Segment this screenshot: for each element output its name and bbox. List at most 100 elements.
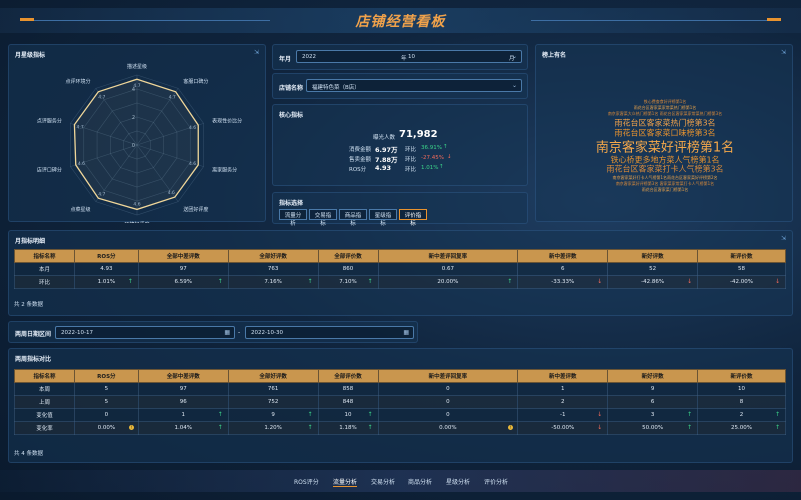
bottom-nav-item[interactable]: 评价分析 — [484, 477, 508, 486]
arrow-up-icon: ↑ — [307, 424, 313, 431]
column-header[interactable]: ROS分 — [73, 369, 139, 383]
table-cell: 2 — [517, 395, 609, 409]
column-header[interactable]: 新评价数 — [697, 249, 786, 263]
end-date-input[interactable]: 2022-10-30 ▦ — [245, 326, 414, 339]
column-header[interactable]: 新中差评回复率 — [377, 249, 519, 263]
date-range-label: 两周日期区间 — [15, 331, 52, 338]
tab-review[interactable]: 评价指标 — [399, 209, 427, 227]
exposure-value: 71,982 — [399, 129, 438, 140]
radar-axis-label: 点菜星级 — [71, 206, 91, 213]
word-cloud-item: 雨花台区客家菜门榜第1名 — [641, 187, 689, 192]
core-title: 核心指标 — [279, 112, 304, 119]
arrow-up-icon: ↑ — [507, 278, 513, 285]
column-header[interactable]: 全部评价数 — [317, 369, 379, 383]
radar-axis-label: 送团好评度 — [183, 206, 208, 213]
radar-axis-label: 表现性价比分 — [212, 118, 242, 125]
tab-traffic[interactable]: 流量分析 — [279, 209, 307, 227]
column-header[interactable]: 全部好评数 — [227, 369, 319, 383]
table-row[interactable]: 上周 5 96 752 848 0 2 6 8 — [14, 395, 786, 409]
table-row[interactable]: 本月 4.93 97 763 860 0.67 6 52 58 — [14, 262, 786, 276]
table-header-row: 指标名称 ROS分 全部中差评数 全部好评数 全部评价数 新中差评回复率 新中差评数 新好评数… — [14, 249, 786, 263]
column-header[interactable]: 新好评数 — [607, 369, 699, 383]
radar-axis-label: 点评环境分 — [66, 78, 91, 85]
column-header[interactable]: 全部中差评数 — [137, 249, 229, 263]
year-month-picker[interactable]: 2022 年 10 月 ⌄ — [296, 50, 522, 63]
column-header[interactable]: 新中差评回复率 — [377, 369, 519, 383]
arrow-up-icon: ↑ — [367, 424, 373, 431]
radar-series-polygon — [73, 78, 199, 211]
table-row[interactable]: 变化率 0.00%! 1.04% ↑ 1.20% ↑ 1.18% ↑ 0.00%! -50.00%… — [14, 421, 786, 435]
table-cell: 761 — [227, 382, 319, 396]
arrow-down-icon: ↓ — [597, 278, 603, 285]
year-unit: 年 — [401, 56, 407, 62]
table-cell: 1.04% ↑ — [137, 421, 229, 435]
table-cell: 6.59% ↑ — [137, 275, 229, 289]
ros-label: ROS分 — [349, 167, 367, 173]
column-header[interactable]: 全部中差评数 — [137, 369, 229, 383]
shop-value: 福建特色菜（B店） — [312, 85, 360, 91]
column-header[interactable]: 新中差评数 — [517, 369, 609, 383]
calendar-icon: ▦ — [224, 329, 230, 336]
column-header[interactable]: 指标名称 — [14, 249, 75, 263]
expand-icon[interactable]: ⇲ — [781, 235, 786, 242]
bottom-nav-item[interactable]: ROS评分 — [294, 477, 319, 486]
radar-chart: 4204.7描述星级4.7客服口碑分4.6表现性价比分4.6离家服务分4.6送团… — [37, 63, 242, 223]
table-row[interactable]: 环比 1.01% ↑ 6.59% ↑ 7.16% ↑ 7.10% ↑ 20.00% ↑ -33.33%… — [14, 275, 786, 289]
table-cell: 858 — [317, 382, 379, 396]
start-date-input[interactable]: 2022-10-17 ▦ — [55, 326, 235, 339]
arrow-up-icon: ↑ — [443, 144, 448, 150]
bottom-nav-item[interactable]: 商品分析 — [408, 477, 432, 486]
arrow-down-icon: ↓ — [597, 411, 603, 418]
table-cell: -42.86% ↓ — [607, 275, 699, 289]
column-header[interactable]: 指标名称 — [14, 369, 75, 383]
radar-value-label: 4.7 — [98, 95, 105, 101]
table-cell: 1 — [517, 382, 609, 396]
arrow-down-icon: ↓ — [774, 278, 780, 285]
sales-cmp: 环比 — [405, 157, 417, 163]
radar-axis-label: 描述星级 — [127, 63, 147, 70]
page-title: 店铺经营看板 — [355, 14, 446, 30]
table-row[interactable]: 变化值 0 1 ↑ 9 ↑ 10 ↑ 0 -1 ↓ 3 ↑ 2 ↑ — [14, 408, 786, 422]
table-cell: 7.16% ↑ — [227, 275, 319, 289]
spend-label: 消费金额 — [349, 147, 372, 153]
tab-product[interactable]: 商品指标 — [339, 209, 367, 227]
table-cell: 本周 — [14, 382, 75, 396]
word-cloud-item: 南京家客菜大众热门榜第1名 雨花台区客家菜家常菜热门榜第3名 — [607, 111, 723, 116]
page-header: 店铺经营看板 — [0, 0, 801, 40]
column-header[interactable]: 全部好评数 — [227, 249, 319, 263]
column-header[interactable]: ROS分 — [73, 249, 139, 263]
table-cell: 5 — [73, 395, 139, 409]
table-cell: 20.00% ↑ — [377, 275, 519, 289]
biweekly-count: 共 4 条数据 — [14, 451, 43, 457]
bottom-nav-item[interactable]: 流量分析 — [333, 477, 358, 487]
warning-icon: ! — [508, 425, 514, 430]
bottom-nav-item[interactable]: 星级分析 — [446, 477, 470, 486]
tab-transaction[interactable]: 交易指标 — [309, 209, 337, 227]
arrow-up-icon: ↑ — [217, 278, 223, 285]
table-row[interactable]: 本周 5 97 761 858 0 1 9 10 — [14, 382, 786, 396]
bottom-nav-item[interactable]: 交易分析 — [371, 477, 395, 486]
radar-axis-label: 店评口碑分 — [37, 166, 62, 173]
year-value: 2022 — [302, 54, 316, 60]
table-cell: 变化值 — [14, 408, 75, 422]
table-cell: 1.20% ↑ — [227, 421, 319, 435]
column-header[interactable]: 新评价数 — [697, 369, 786, 383]
arrow-up-icon: ↑ — [439, 164, 444, 170]
arrow-up-icon: ↑ — [367, 411, 373, 418]
radar-value-label: 4.6 — [189, 125, 196, 131]
radar-axis-label: 环境好评度 — [124, 221, 149, 223]
column-header[interactable]: 全部评价数 — [317, 249, 379, 263]
table-cell: 1 ↑ — [137, 408, 229, 422]
column-header[interactable]: 新中差评数 — [517, 249, 609, 263]
ros-value: 4.93 — [375, 164, 392, 172]
table-cell: 5 — [73, 382, 139, 396]
table-cell: 上周 — [14, 395, 75, 409]
radar-value-label: 4.6 — [133, 201, 140, 207]
arrow-up-icon: ↑ — [367, 278, 373, 285]
table-cell: 变化率 — [14, 421, 75, 435]
shop-select[interactable]: 福建特色菜（B店） ⌄ — [306, 79, 522, 92]
tab-star[interactable]: 星级指标 — [369, 209, 397, 227]
table-cell: 58 — [697, 262, 786, 276]
arrow-down-icon: ↓ — [687, 278, 693, 285]
column-header[interactable]: 新好评数 — [607, 249, 699, 263]
